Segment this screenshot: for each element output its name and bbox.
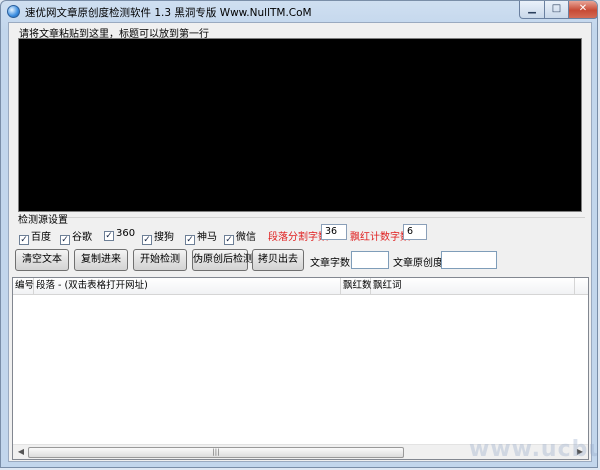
scroll-left-icon[interactable]: ◀ — [14, 446, 28, 458]
article-textarea[interactable] — [18, 38, 582, 212]
originality-label: 文章原创度: — [393, 258, 447, 269]
checkbox-check-icon: ✓ — [224, 235, 234, 245]
clear-text-button[interactable]: 清空文本 — [15, 249, 69, 271]
checkbox-label: 百度 — [31, 232, 51, 243]
checkbox-label: 神马 — [197, 232, 217, 243]
word-count-field[interactable] — [351, 251, 389, 269]
checkbox-check-icon: ✓ — [19, 235, 29, 245]
pseudo-original-check-button[interactable]: 伪原创后检测 — [192, 249, 253, 271]
window-title: 速优网文章原创度检测软件 1.3 黑洞专版 Www.NullTM.CoM — [25, 7, 312, 19]
copy-out-button[interactable]: 拷贝出去 — [252, 249, 304, 271]
word-count-label: 文章字数: — [310, 258, 354, 269]
checkbox-shenma[interactable]: ✓ 神马 — [185, 228, 217, 245]
group-divider — [67, 217, 585, 218]
title-bar: 速优网文章原创度检测软件 1.3 黑洞专版 Www.NullTM.CoM ▁ □… — [1, 1, 597, 23]
segment-length-input[interactable]: 36 — [321, 224, 347, 240]
minimize-button[interactable]: ▁ — [519, 1, 545, 19]
main-panel: 请将文章粘贴到这里，标题可以放到第一行 检测源设置 ✓ 百度 ✓ 谷歌 ✓ 360 ✓… — [8, 22, 592, 462]
scrollbar-thumb[interactable]: ||| — [28, 447, 404, 458]
watermark: www.ucbug.cc — [469, 437, 597, 462]
results-table[interactable]: 编号 段落 - (双击表格打开网址) 飘红数 飘红词 ◀ ||| ▶ — [12, 277, 589, 460]
app-window: 速优网文章原创度检测软件 1.3 黑洞专版 Www.NullTM.CoM ▁ □… — [0, 0, 598, 468]
checkbox-label: 微信 — [236, 232, 256, 243]
maximize-button[interactable]: □ — [544, 1, 569, 19]
checkbox-wechat[interactable]: ✓ 微信 — [224, 228, 256, 245]
close-button[interactable]: ✕ — [568, 1, 597, 19]
start-check-button[interactable]: 开始检测 — [133, 249, 187, 271]
results-table-header: 编号 段落 - (双击表格打开网址) 飘红数 飘红词 — [13, 278, 588, 295]
source-group-label: 检测源设置 — [18, 215, 68, 226]
app-globe-icon — [7, 5, 20, 18]
checkbox-google[interactable]: ✓ 谷歌 — [60, 228, 92, 245]
checkbox-check-icon: ✓ — [104, 231, 114, 241]
checkbox-check-icon: ✓ — [142, 235, 152, 245]
originality-field[interactable] — [441, 251, 497, 269]
checkbox-sogou[interactable]: ✓ 搜狗 — [142, 228, 174, 245]
checkbox-label: 谷歌 — [72, 232, 92, 243]
column-header-red-words[interactable]: 飘红词 — [371, 278, 575, 294]
column-header-id[interactable]: 编号 — [13, 278, 34, 294]
column-header-paragraph[interactable]: 段落 - (双击表格打开网址) — [34, 278, 341, 294]
checkbox-check-icon: ✓ — [60, 235, 70, 245]
column-header-red-count[interactable]: 飘红数 — [341, 278, 372, 294]
paste-in-button[interactable]: 复制进来 — [74, 249, 128, 271]
checkbox-label: 搜狗 — [154, 232, 174, 243]
redword-count-input[interactable]: 6 — [403, 224, 427, 240]
checkbox-check-icon: ✓ — [185, 235, 195, 245]
checkbox-baidu[interactable]: ✓ 百度 — [19, 228, 51, 245]
checkbox-label: 360 — [116, 228, 136, 239]
checkbox-360[interactable]: ✓ 360 — [104, 228, 136, 241]
